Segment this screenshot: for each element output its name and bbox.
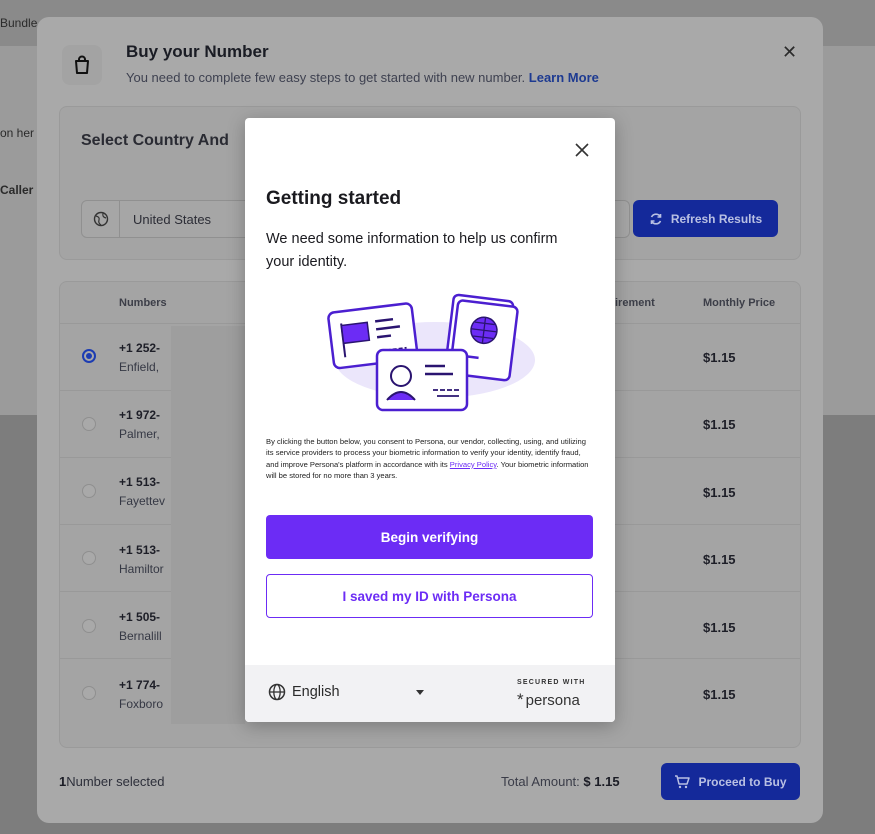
row-city: Enfield, [119, 360, 160, 374]
row-city: Palmer, [119, 427, 160, 441]
row-radio[interactable] [82, 619, 96, 633]
persona-dialog: Getting started We need some information… [245, 118, 615, 722]
row-city: Fayettev [119, 494, 166, 508]
persona-brand-text: persona [525, 691, 580, 709]
selected-count-label: Number selected [66, 774, 165, 789]
refresh-icon [650, 212, 662, 225]
refresh-label: Refresh Results [670, 211, 763, 226]
modal-subtitle: You need to complete few easy steps to g… [126, 70, 599, 85]
persona-logo: * persona [517, 690, 580, 710]
refresh-results-button[interactable]: Refresh Results [633, 200, 778, 237]
row-price: $1.15 [703, 620, 736, 635]
saved-id-button[interactable]: I saved my ID with Persona [266, 574, 593, 618]
row-number: +1 774- [119, 678, 161, 692]
modal-subtitle-text: You need to complete few easy steps to g… [126, 70, 526, 85]
globe-icon [82, 200, 120, 238]
consent-text: By clicking the button below, you consen… [266, 436, 594, 482]
column-monthly-price: Monthly Price [703, 297, 776, 309]
row-radio[interactable] [82, 417, 96, 431]
persona-title: Getting started [266, 188, 402, 209]
row-number: +1 505- [119, 610, 161, 624]
row-number: +1 972- [119, 408, 161, 422]
secured-with-label: SECURED WITH [517, 679, 586, 686]
column-numbers: Numbers [119, 297, 167, 309]
shopping-bag-icon [62, 45, 102, 85]
row-radio[interactable] [82, 349, 96, 363]
row-radio[interactable] [82, 551, 96, 565]
total-label: Total Amount: [501, 774, 580, 789]
row-price: $1.15 [703, 417, 736, 432]
row-city: Bernalill [119, 629, 162, 643]
row-radio[interactable] [82, 686, 96, 700]
globe-icon [268, 683, 286, 701]
total-value: $ 1.15 [583, 774, 620, 789]
row-city: Hamiltor [119, 562, 164, 576]
background-bundle-text: Bundle [0, 16, 38, 30]
selected-count: 1Number selected [59, 774, 165, 789]
row-number: +1 252- [119, 341, 161, 355]
country-select[interactable]: United States [81, 200, 251, 238]
close-icon[interactable]: ✕ [782, 42, 797, 63]
persona-footer: English SECURED WITH * persona [245, 665, 615, 722]
begin-verifying-button[interactable]: Begin verifying [266, 515, 593, 559]
id-documents-illustration [321, 292, 541, 416]
row-radio[interactable] [82, 484, 96, 498]
country-name: United States [133, 211, 212, 227]
row-price: $1.15 [703, 687, 736, 702]
background-caller-text: Caller [0, 183, 34, 197]
proceed-label: Proceed to Buy [698, 774, 787, 789]
proceed-to-buy-button[interactable]: Proceed to Buy [661, 763, 800, 800]
language-select[interactable]: English [268, 683, 340, 701]
row-number: +1 513- [119, 475, 161, 489]
persona-description: We need some information to help us conf… [266, 231, 558, 270]
close-icon[interactable] [572, 140, 592, 160]
chevron-down-icon[interactable] [416, 690, 424, 695]
row-price: $1.15 [703, 485, 736, 500]
background-side-text: on her [0, 126, 35, 140]
total-amount: Total Amount: $ 1.15 [501, 774, 620, 789]
row-price: $1.15 [703, 350, 736, 365]
column-requirement: irement [615, 297, 655, 309]
privacy-policy-link[interactable]: Privacy Policy [450, 460, 497, 469]
learn-more-link[interactable]: Learn More [529, 70, 599, 85]
row-number: +1 513- [119, 543, 161, 557]
language-label: English [292, 684, 340, 700]
cart-icon [675, 774, 691, 788]
row-city: Foxboro [119, 697, 164, 711]
redacted-column [171, 326, 245, 724]
row-price: $1.15 [703, 552, 736, 567]
section-title: Select Country And [81, 132, 229, 149]
modal-title: Buy your Number [126, 42, 269, 61]
persona-star-icon: * [517, 690, 524, 709]
